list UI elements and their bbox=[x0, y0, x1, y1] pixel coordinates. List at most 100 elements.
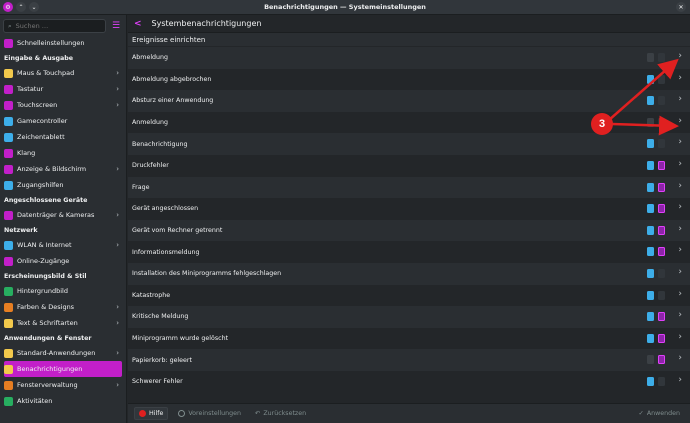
sidebar-item-touchscreen[interactable]: Touchscreen › bbox=[0, 97, 126, 113]
event-row[interactable]: Frage › bbox=[128, 176, 690, 199]
popup-toggle-icon[interactable] bbox=[658, 268, 665, 278]
sidebar-item-tablet[interactable]: Zeichentablett bbox=[0, 129, 126, 145]
chevron-right-icon[interactable]: › bbox=[678, 94, 682, 104]
popup-toggle-icon[interactable] bbox=[658, 225, 665, 235]
sound-toggle-icon[interactable] bbox=[647, 376, 654, 386]
chevron-right-icon[interactable]: › bbox=[678, 375, 682, 385]
search-input[interactable] bbox=[15, 22, 96, 30]
popup-toggle-icon[interactable] bbox=[658, 290, 665, 300]
page-title: Systembenachrichtigungen bbox=[151, 19, 262, 28]
sound-toggle-icon[interactable] bbox=[647, 225, 654, 235]
popup-toggle-icon[interactable] bbox=[658, 376, 665, 386]
sidebar-item-label: Gamecontroller bbox=[17, 117, 68, 125]
sound-toggle-icon[interactable] bbox=[647, 290, 654, 300]
apply-button[interactable]: ✓ Anwenden bbox=[635, 407, 684, 420]
sidebar-item-quick-settings[interactable]: Schnelleinstellungen bbox=[0, 35, 126, 51]
sidebar-item-font[interactable]: Text & Schriftarten › bbox=[0, 315, 126, 331]
sound-toggle-icon[interactable] bbox=[647, 96, 654, 106]
sidebar-item-default-apps[interactable]: Standard-Anwendungen › bbox=[0, 345, 126, 361]
back-button[interactable]: < bbox=[134, 19, 142, 29]
popup-toggle-icon[interactable] bbox=[658, 96, 665, 106]
search-box[interactable]: ⌕ bbox=[3, 19, 106, 33]
popup-toggle-icon[interactable] bbox=[658, 53, 665, 62]
event-row[interactable]: Gerät vom Rechner getrennt › bbox=[128, 219, 690, 242]
sidebar-item-wallpaper[interactable]: Hintergrundbild bbox=[0, 283, 126, 299]
sidebar-item-bell[interactable]: Benachrichtigungen bbox=[4, 361, 122, 377]
chevron-right-icon[interactable]: › bbox=[678, 267, 682, 277]
chevron-down-icon[interactable]: ⌄ bbox=[29, 2, 39, 12]
event-row[interactable]: Katastrophe › bbox=[128, 284, 690, 307]
popup-toggle-icon[interactable] bbox=[658, 74, 665, 84]
sidebar-item-palette[interactable]: Farben & Designs › bbox=[0, 299, 126, 315]
popup-toggle-icon[interactable] bbox=[658, 204, 665, 214]
popup-toggle-icon[interactable] bbox=[658, 139, 665, 149]
chevron-right-icon[interactable]: › bbox=[678, 51, 682, 61]
event-row[interactable]: Informationsmeldung › bbox=[128, 241, 690, 263]
sidebar-item-accessibility[interactable]: Zugangshilfen bbox=[0, 177, 126, 193]
popup-toggle-icon[interactable] bbox=[658, 117, 665, 127]
chevron-right-icon[interactable]: › bbox=[678, 202, 682, 212]
sidebar-item-wifi[interactable]: WLAN & Internet › bbox=[0, 237, 126, 253]
chevron-right-icon[interactable]: › bbox=[678, 289, 682, 299]
sidebar-item-display[interactable]: Anzeige & Bildschirm › bbox=[0, 161, 126, 177]
event-row[interactable]: Abmeldung abgebrochen › bbox=[128, 68, 690, 91]
sound-toggle-icon[interactable] bbox=[647, 117, 654, 127]
sidebar-item-activities[interactable]: Aktivitäten bbox=[0, 393, 126, 409]
sidebar-item-label: Zeichentablett bbox=[17, 133, 65, 141]
event-row[interactable]: Benachrichtigung › bbox=[128, 133, 690, 155]
sound-toggle-icon[interactable] bbox=[647, 182, 654, 192]
event-row[interactable]: Absturz einer Anwendung › bbox=[128, 90, 690, 112]
event-row[interactable]: Installation des Miniprogramms fehlgesch… bbox=[128, 262, 690, 285]
chevron-right-icon: › bbox=[116, 319, 119, 327]
reset-button[interactable]: ↶ Zurücksetzen bbox=[251, 407, 310, 420]
sound-toggle-icon[interactable] bbox=[647, 355, 654, 365]
hamburger-menu-icon[interactable]: ☰ bbox=[109, 19, 123, 33]
event-row[interactable]: Papierkorb: geleert › bbox=[128, 349, 690, 371]
sound-toggle-icon[interactable] bbox=[647, 74, 654, 84]
event-row[interactable]: Abmeldung › bbox=[128, 47, 690, 69]
chevron-right-icon[interactable]: › bbox=[678, 137, 682, 147]
chevron-right-icon[interactable]: › bbox=[678, 159, 682, 169]
defaults-button[interactable]: Voreinstellungen bbox=[174, 407, 245, 420]
chevron-right-icon[interactable]: › bbox=[678, 181, 682, 191]
event-row[interactable]: Gerät angeschlossen › bbox=[128, 198, 690, 220]
event-row[interactable]: Miniprogramm wurde gelöscht › bbox=[128, 327, 690, 350]
chevron-right-icon[interactable]: › bbox=[678, 332, 682, 342]
event-row[interactable]: Kritische Meldung › bbox=[128, 306, 690, 328]
online-accounts-icon bbox=[4, 256, 13, 266]
sound-toggle-icon[interactable] bbox=[647, 247, 654, 257]
popup-toggle-icon[interactable] bbox=[658, 355, 665, 365]
chevron-right-icon[interactable]: › bbox=[678, 116, 682, 126]
sidebar-item-drive[interactable]: Datenträger & Kameras › bbox=[0, 207, 126, 223]
close-icon[interactable]: ✕ bbox=[676, 2, 686, 12]
sidebar-item-keyboard[interactable]: Tastatur › bbox=[0, 81, 126, 97]
chevron-right-icon[interactable]: › bbox=[678, 73, 682, 83]
sidebar-item-online-accounts[interactable]: Online-Zugänge bbox=[0, 253, 126, 269]
chevron-right-icon[interactable]: › bbox=[678, 310, 682, 320]
sound-toggle-icon[interactable] bbox=[647, 204, 654, 214]
chevron-right-icon[interactable]: › bbox=[678, 224, 682, 234]
sound-toggle-icon[interactable] bbox=[647, 312, 654, 322]
popup-toggle-icon[interactable] bbox=[658, 160, 665, 170]
sound-toggle-icon[interactable] bbox=[647, 333, 654, 343]
reset-label: Zurücksetzen bbox=[263, 410, 307, 417]
sidebar-item-gamepad[interactable]: Gamecontroller bbox=[0, 113, 126, 129]
help-button[interactable]: Hilfe bbox=[134, 407, 169, 420]
event-row[interactable]: Druckfehler › bbox=[128, 154, 690, 177]
sound-toggle-icon[interactable] bbox=[647, 139, 654, 149]
sound-toggle-icon[interactable] bbox=[647, 160, 654, 170]
sidebar-item-window-manager[interactable]: Fensterverwaltung › bbox=[0, 377, 126, 393]
chevron-right-icon[interactable]: › bbox=[678, 245, 682, 255]
sidebar-item-mouse[interactable]: Maus & Touchpad › bbox=[0, 65, 126, 81]
sidebar-item-speaker[interactable]: Klang bbox=[0, 145, 126, 161]
chevron-up-icon[interactable]: ⌃ bbox=[16, 2, 26, 12]
popup-toggle-icon[interactable] bbox=[658, 247, 665, 257]
sound-toggle-icon[interactable] bbox=[647, 268, 654, 278]
chevron-right-icon[interactable]: › bbox=[678, 353, 682, 363]
event-row[interactable]: Schwerer Fehler › bbox=[128, 370, 690, 391]
popup-toggle-icon[interactable] bbox=[658, 312, 665, 322]
popup-toggle-icon[interactable] bbox=[658, 333, 665, 343]
popup-toggle-icon[interactable] bbox=[658, 182, 665, 192]
window-menu-icon[interactable]: ⚙ bbox=[3, 2, 13, 12]
sound-toggle-icon[interactable] bbox=[647, 53, 654, 62]
